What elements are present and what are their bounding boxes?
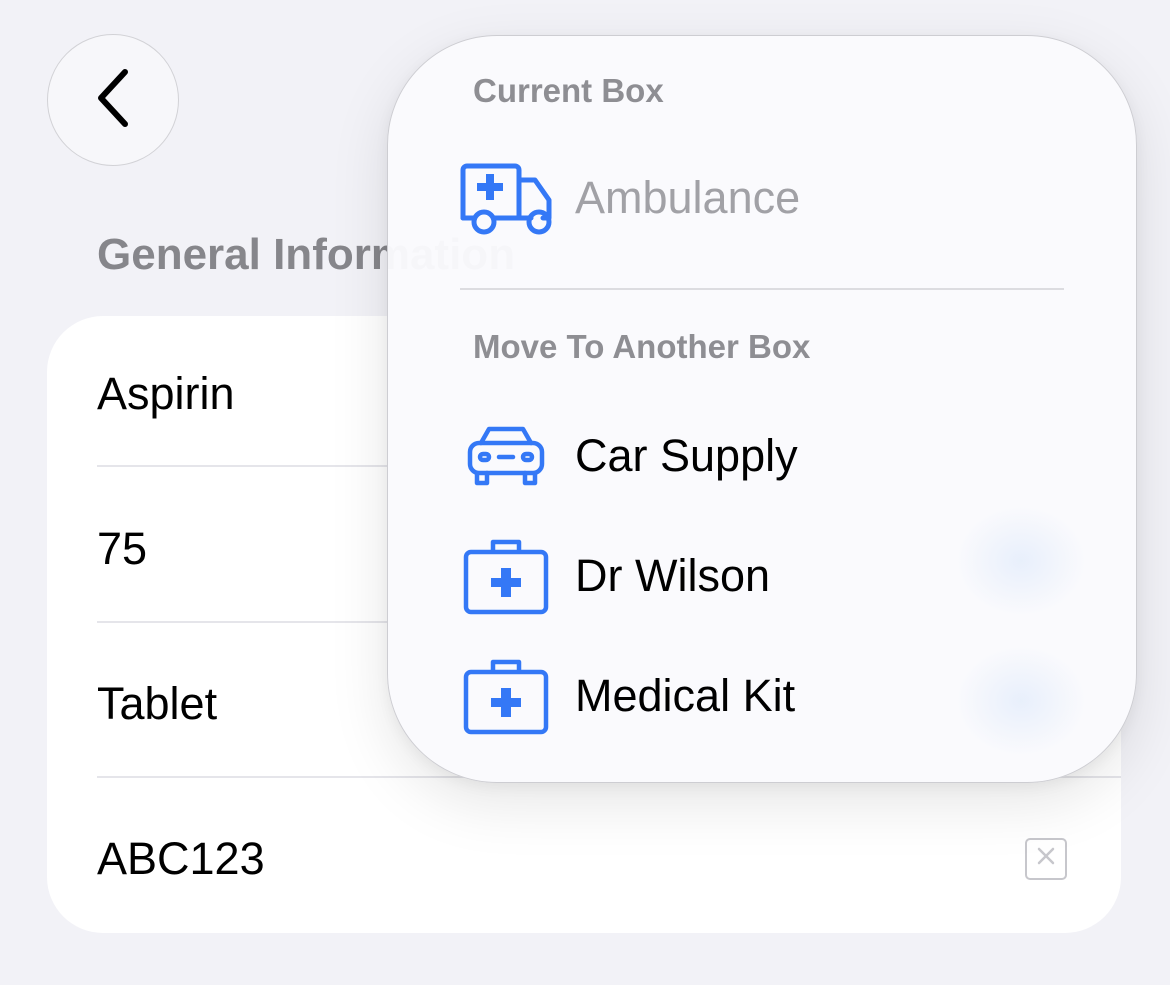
clear-x-icon: [1034, 844, 1058, 873]
back-button[interactable]: [47, 34, 179, 166]
menu-item-dr-wilson[interactable]: Dr Wilson: [448, 526, 1096, 626]
current-box-header: Current Box: [473, 72, 664, 109]
menu-item-car-supply[interactable]: Car Supply: [448, 406, 1096, 506]
form-type-value: Tablet: [97, 677, 218, 729]
medical-kit-icon: [448, 531, 563, 621]
menu-item-medical-kit[interactable]: Medical Kit: [448, 646, 1096, 746]
car-icon: [448, 411, 563, 501]
ambulance-icon: [448, 153, 563, 243]
chevron-left-icon: [93, 68, 133, 133]
batch-value: ABC123: [97, 832, 265, 884]
clear-button[interactable]: [1025, 837, 1067, 880]
name-value: Aspirin: [97, 367, 235, 419]
menu-item-label: Medical Kit: [575, 670, 796, 721]
medical-kit-icon: [448, 651, 563, 741]
move-box-menu: Current Box Ambulance Move To Another Bo…: [387, 35, 1137, 783]
menu-item-current-box: Ambulance: [448, 148, 1096, 248]
menu-item-label: Car Supply: [575, 430, 798, 481]
move-box-header: Move To Another Box: [473, 328, 811, 365]
menu-divider: [460, 288, 1064, 290]
dosage-value: 75: [97, 522, 148, 574]
menu-item-label: Dr Wilson: [575, 550, 771, 601]
menu-item-label: Ambulance: [575, 172, 801, 223]
batch-field[interactable]: ABC123: [97, 781, 1121, 936]
